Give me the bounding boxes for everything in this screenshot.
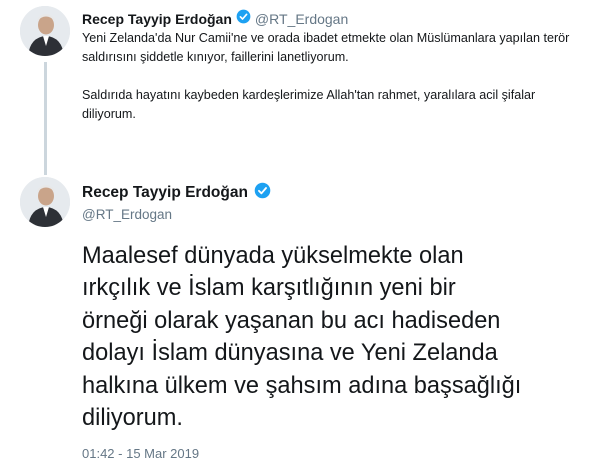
- tweet-timestamp[interactable]: 01:42 - 15 Mar 2019: [82, 446, 199, 461]
- verified-badge-icon: [236, 9, 251, 29]
- avatar[interactable]: [20, 6, 70, 56]
- tweet-text-line: Maalesef dünyada yükselmekte olan: [82, 243, 464, 269]
- tweet-paragraph: Yeni Zelanda'da Nur Camii'ne ve orada ib…: [82, 31, 570, 64]
- author-name[interactable]: Recep Tayyip Erdoğan: [82, 184, 248, 202]
- tweet-paragraph: Saldırıda hayatını kaybeden kardeşlerimi…: [82, 88, 536, 121]
- tweet-text-line: dolayı İslam dünyasına ve Yeni Zelanda: [82, 340, 498, 367]
- avatar[interactable]: [20, 177, 70, 227]
- tweet-text-line: örneği olarak yaşanan bu acı hadiseden: [82, 307, 501, 334]
- tweet-text-line: ırkçılık ve İslam karşıtlığının yeni bir: [82, 275, 456, 302]
- verified-badge-icon: [254, 182, 271, 204]
- author-handle[interactable]: @RT_Erdogan: [82, 207, 172, 222]
- author-name[interactable]: Recep Tayyip Erdoğan: [82, 11, 232, 27]
- thread-connector-line: [44, 62, 47, 175]
- tweet-text: Yeni Zelanda'da Nur Camii'ne ve orada ib…: [82, 29, 582, 124]
- tweet-text: Maalesef dünyada yükselmekte olan ırkçıl…: [82, 240, 602, 434]
- author-handle[interactable]: @RT_Erdogan: [255, 11, 348, 27]
- tweet-text-line: diliyorum.: [82, 405, 183, 432]
- tweet-text-line: halkına ülkem ve şahsım adına başsağlığı: [82, 372, 522, 399]
